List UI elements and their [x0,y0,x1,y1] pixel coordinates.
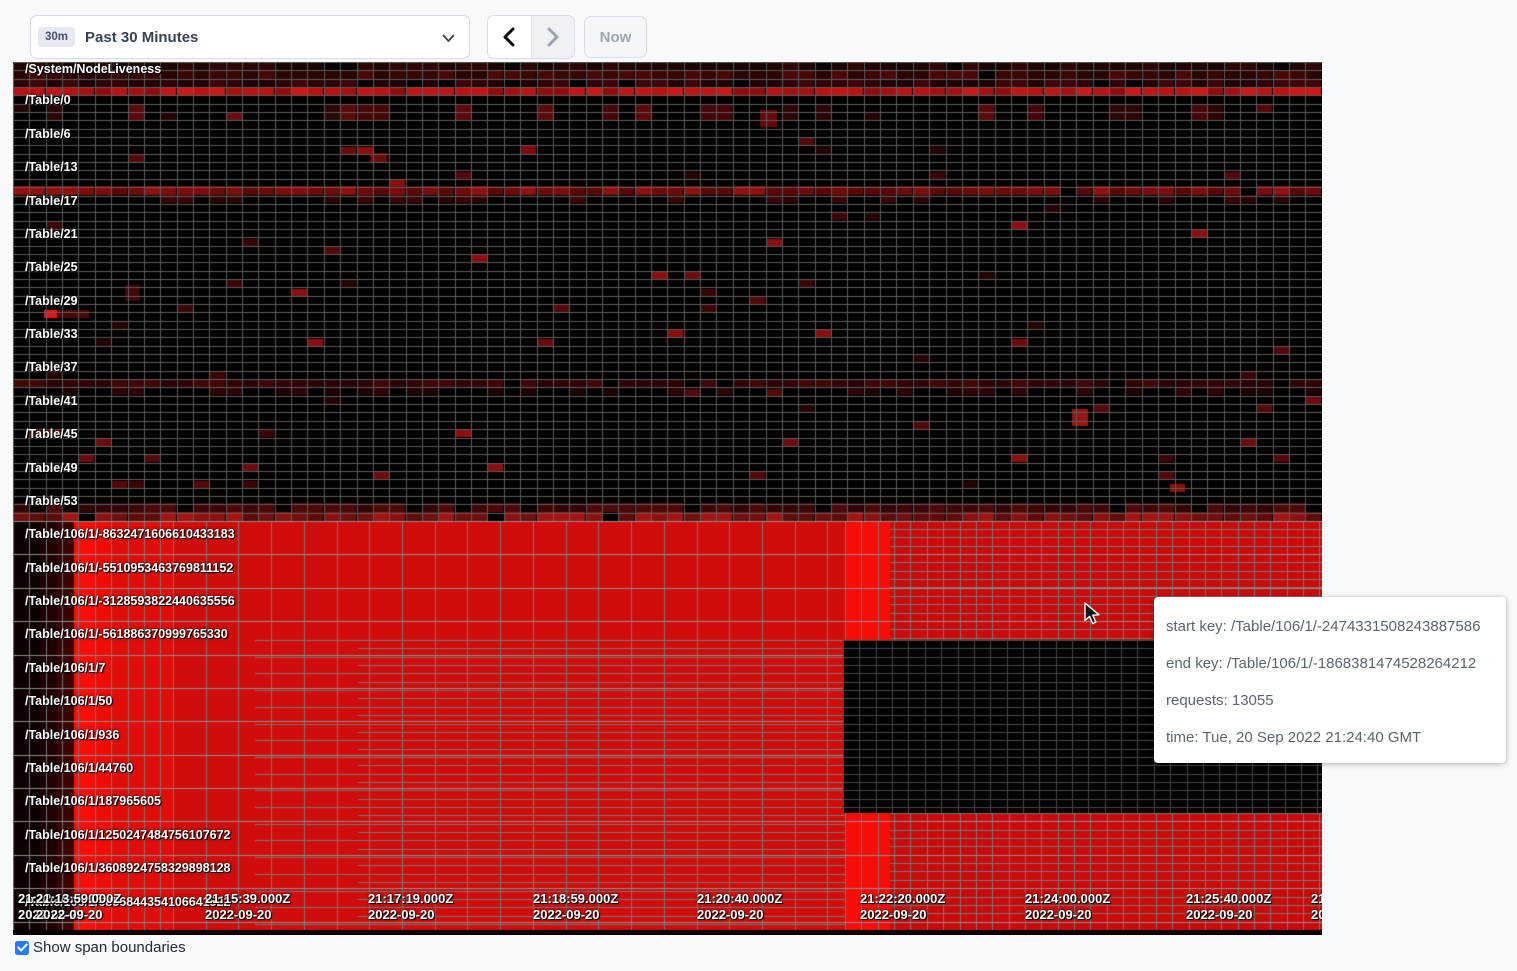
time-range-select[interactable]: 30m Past 30 Minutes [30,15,470,59]
chevron-down-icon [442,34,455,43]
chevron-left-icon [502,27,516,47]
tooltip-end-key: end key: /Table/106/1/-18683814745282642… [1166,645,1494,682]
tooltip-time: time: Tue, 20 Sep 2022 21:24:40 GMT [1166,719,1494,756]
time-range-label: Past 30 Minutes [85,29,198,46]
time-range-badge: 30m [38,27,75,47]
chevron-right-icon [546,27,560,47]
span-tooltip: start key: /Table/106/1/-247433150824388… [1154,597,1506,763]
tooltip-requests: requests: 13055 [1166,682,1494,719]
keyvis-heatmap-canvas[interactable] [13,62,1322,935]
now-button[interactable]: Now [584,16,647,58]
keyvisualizer-page: { "toolbar": { "range_badge": "30m", "ra… [0,0,1517,971]
check-icon [17,943,28,952]
footer-controls: Show span boundaries [15,939,186,956]
keyvis-chart: /System/NodeLiveness/Table/0/Table/6/Tab… [13,62,1322,935]
tooltip-start-key: start key: /Table/106/1/-247433150824388… [1166,608,1494,645]
show-span-boundaries-label: Show span boundaries [33,939,186,956]
prev-interval-button[interactable] [488,16,531,58]
time-nav-group [487,15,575,59]
next-interval-button[interactable] [531,16,574,58]
show-span-boundaries-checkbox[interactable] [15,941,29,955]
